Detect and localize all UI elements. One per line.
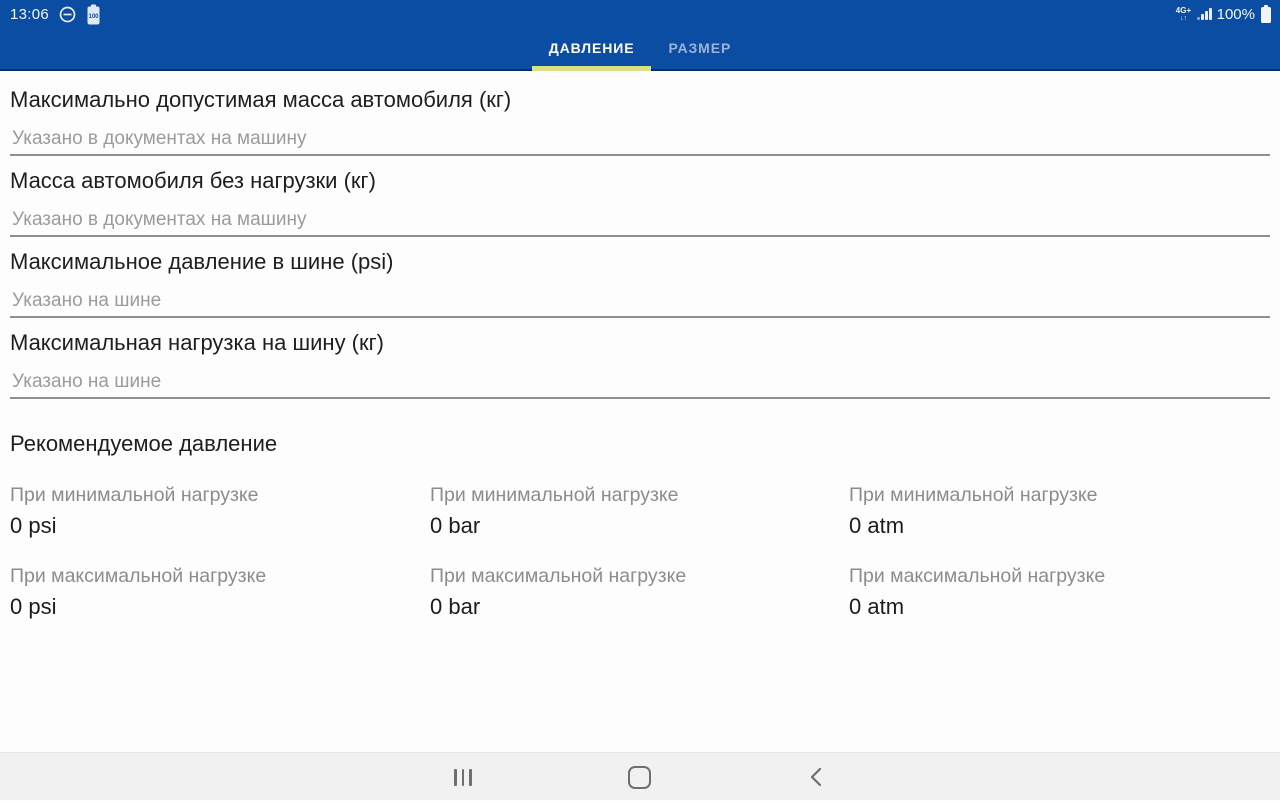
rec-atm-min-cell: При минимальной нагрузке 0 atm	[849, 483, 1259, 539]
max-tire-pressure-input[interactable]	[10, 288, 1270, 318]
tab-bar: ДАВЛЕНИЕ РАЗМЕР	[0, 28, 1280, 71]
bar-max-value: 0 bar	[430, 594, 840, 620]
back-button[interactable]	[788, 753, 844, 801]
home-button[interactable]	[611, 753, 667, 801]
svg-text:100: 100	[89, 14, 100, 20]
navigation-bar	[0, 752, 1280, 800]
app-screen: 13:06 100 4G+ ↓↑	[0, 0, 1280, 800]
field-max-tire-pressure: Максимальное давление в шине (psi)	[10, 249, 1270, 318]
recents-button[interactable]	[435, 753, 491, 801]
recommended-pressure-heading: Рекомендуемое давление	[10, 431, 277, 457]
bar-min-value: 0 bar	[430, 513, 840, 539]
atm-max-value: 0 atm	[849, 594, 1259, 620]
battery-percent-text: 100%	[1217, 6, 1255, 23]
psi-max-value: 0 psi	[10, 594, 420, 620]
rec-psi-min-cell: При минимальной нагрузке 0 psi	[10, 483, 420, 539]
home-icon	[628, 766, 651, 789]
main-content: Максимально допустимая масса автомобиля …	[0, 71, 1280, 752]
signal-strength-icon	[1197, 8, 1212, 20]
rec-bar-max-cell: При максимальной нагрузке 0 bar	[430, 564, 840, 620]
max-load-label: При максимальной нагрузке	[849, 564, 1259, 588]
clock: 13:06	[10, 6, 49, 23]
max-load-label: При максимальной нагрузке	[430, 564, 840, 588]
rec-psi-max-cell: При максимальной нагрузке 0 psi	[10, 564, 420, 620]
psi-min-value: 0 psi	[10, 513, 420, 539]
status-bar-right: 4G+ ↓↑ 100%	[1176, 0, 1272, 28]
do-not-disturb-icon	[59, 6, 76, 23]
field-empty-vehicle-mass: Масса автомобиля без нагрузки (кг)	[10, 168, 1270, 237]
empty-vehicle-mass-input[interactable]	[10, 207, 1270, 237]
tab-pressure[interactable]: ДАВЛЕНИЕ	[532, 28, 652, 69]
network-type-icon: 4G+ ↓↑	[1176, 7, 1191, 22]
max-vehicle-mass-input[interactable]	[10, 126, 1270, 156]
empty-vehicle-mass-label: Масса автомобиля без нагрузки (кг)	[10, 168, 1270, 194]
tab-size-label: РАЗМЕР	[668, 40, 731, 56]
min-load-label: При минимальной нагрузке	[10, 483, 420, 507]
rec-atm-max-cell: При максимальной нагрузке 0 atm	[849, 564, 1259, 620]
battery-notification-icon: 100	[86, 4, 101, 25]
field-max-vehicle-mass: Максимально допустимая масса автомобиля …	[10, 87, 1270, 156]
max-tire-load-label: Максимальная нагрузка на шину (кг)	[10, 330, 1270, 356]
back-icon	[810, 767, 822, 787]
rec-bar-min-cell: При минимальной нагрузке 0 bar	[430, 483, 840, 539]
tab-size[interactable]: РАЗМЕР	[651, 28, 748, 69]
battery-icon	[1260, 5, 1272, 23]
status-bar-left: 13:06 100	[10, 0, 101, 28]
max-load-label: При максимальной нагрузке	[10, 564, 420, 588]
max-tire-load-input[interactable]	[10, 369, 1270, 399]
field-max-tire-load: Максимальная нагрузка на шину (кг)	[10, 330, 1270, 399]
status-bar: 13:06 100 4G+ ↓↑	[0, 0, 1280, 28]
tab-pressure-label: ДАВЛЕНИЕ	[549, 40, 635, 56]
max-tire-pressure-label: Максимальное давление в шине (psi)	[10, 249, 1270, 275]
min-load-label: При минимальной нагрузке	[849, 483, 1259, 507]
recents-icon	[454, 769, 472, 786]
min-load-label: При минимальной нагрузке	[430, 483, 840, 507]
max-vehicle-mass-label: Максимально допустимая масса автомобиля …	[10, 87, 1270, 113]
atm-min-value: 0 atm	[849, 513, 1259, 539]
